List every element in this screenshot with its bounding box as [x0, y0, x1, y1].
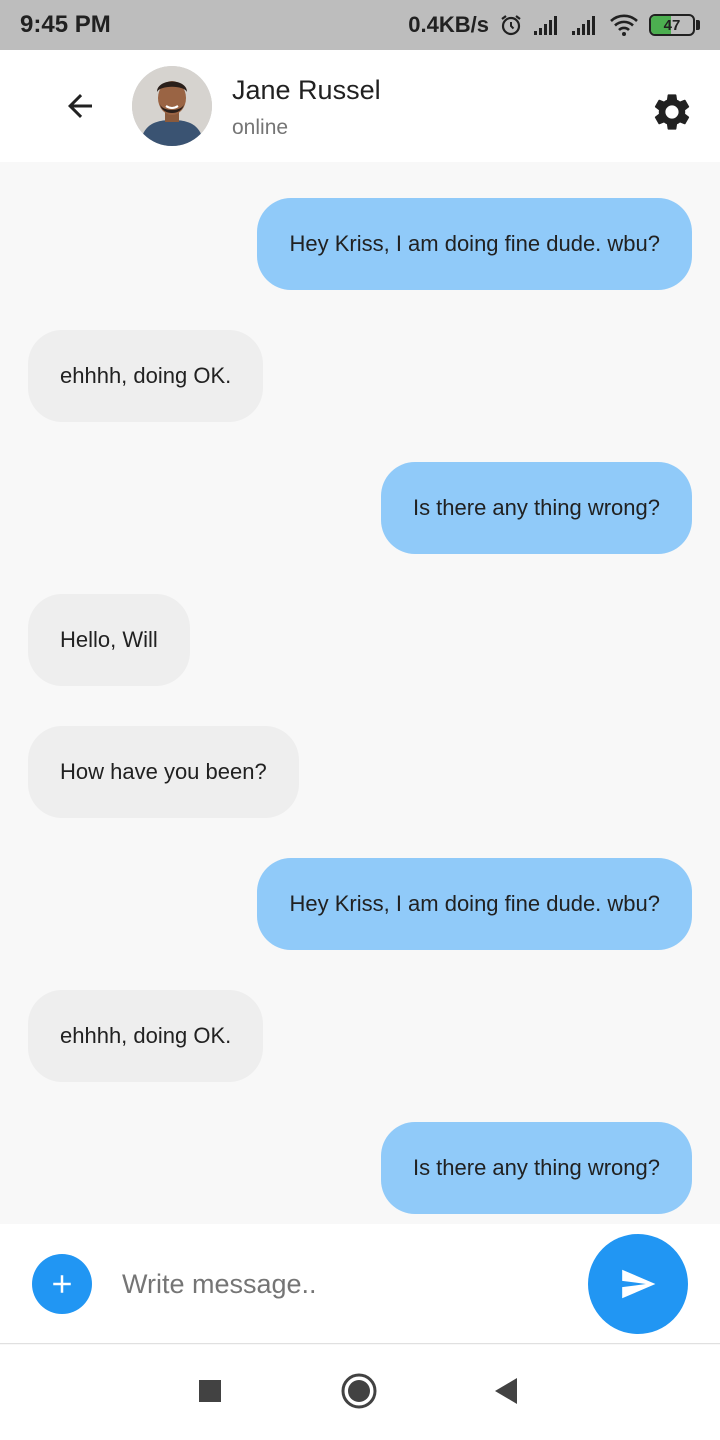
contact-info[interactable]: Jane Russel online [232, 72, 381, 140]
message-bubble-sent[interactable]: Hey Kriss, I am doing fine dude. wbu? [257, 198, 692, 290]
contact-status: online [232, 116, 289, 139]
add-attachment-button[interactable] [32, 1254, 92, 1314]
back-button[interactable] [50, 76, 110, 136]
chat-header: Jane Russel online [0, 50, 720, 162]
status-bar: 9:45 PM 0.4KB/s 47 [0, 0, 720, 50]
battery-level: 47 [663, 16, 681, 34]
home-button[interactable] [335, 1367, 383, 1415]
battery-indicator: 47 [649, 14, 695, 36]
battery-cap [696, 20, 700, 30]
message-bubble-sent[interactable]: Is there any thing wrong? [380, 1122, 692, 1214]
wifi-icon [609, 13, 639, 37]
contact-name: Jane Russel [232, 75, 381, 105]
network-speed: 0.4KB/s [408, 12, 489, 37]
message-bubble-sent[interactable]: Hey Kriss, I am doing fine dude. wbu? [257, 858, 692, 950]
message-composer [0, 1224, 720, 1344]
home-circle-icon [341, 1373, 377, 1409]
message-list[interactable]: Hey Kriss, I am doing fine dude. wbu? eh… [0, 162, 720, 1224]
message-bubble-received[interactable]: Hello, Will [28, 594, 190, 686]
status-icons: 0.4KB/s 47 [408, 12, 700, 38]
status-time: 9:45 PM [20, 11, 111, 38]
message-bubble-received[interactable]: How have you been? [28, 726, 299, 818]
message-input[interactable] [122, 1260, 562, 1308]
add-icon [53, 1275, 71, 1293]
signal-icon [571, 14, 599, 36]
message-bubble-received[interactable]: ehhhh, doing OK. [28, 330, 264, 422]
recents-square-icon [199, 1380, 221, 1402]
back-triangle-icon [495, 1378, 517, 1404]
system-nav-bar [0, 1345, 720, 1440]
message-bubble-sent[interactable]: Is there any thing wrong? [380, 462, 692, 554]
back-arrow-icon [68, 94, 92, 118]
avatar[interactable] [132, 66, 212, 146]
recents-button[interactable] [186, 1367, 234, 1415]
send-button[interactable] [588, 1234, 688, 1334]
settings-gear-icon [654, 94, 690, 130]
system-back-button[interactable] [482, 1367, 530, 1415]
message-bubble-received[interactable]: ehhhh, doing OK. [28, 990, 264, 1082]
signal-icon [533, 14, 561, 36]
send-icon [622, 1269, 656, 1299]
alarm-icon [499, 13, 523, 37]
settings-button[interactable] [650, 90, 694, 134]
battery-icon: 47 [649, 14, 700, 36]
